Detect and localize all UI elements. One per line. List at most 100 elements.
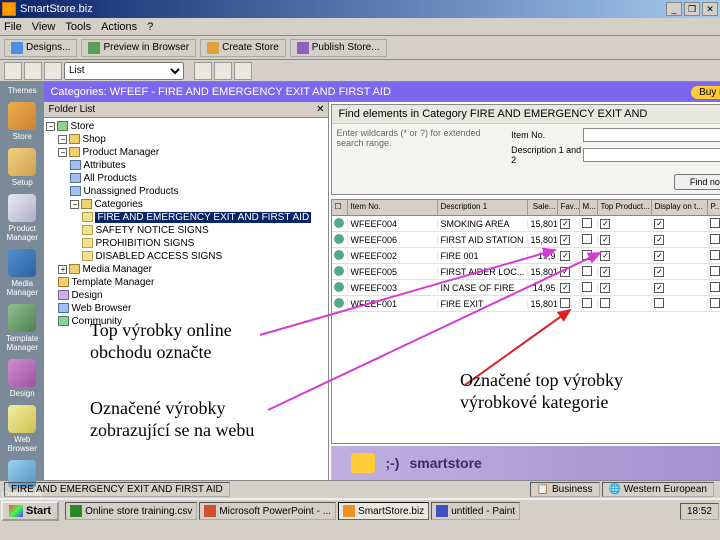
col-disp[interactable]: Display on t... bbox=[652, 200, 708, 215]
col-m[interactable]: M... bbox=[580, 200, 598, 215]
menu-file[interactable]: File bbox=[4, 21, 22, 33]
taskbar-item-2[interactable]: Microsoft PowerPoint - ... bbox=[199, 502, 336, 520]
content: Categories: WFEEF - FIRE AND EMERGENCY E… bbox=[44, 82, 720, 480]
col-top[interactable]: Top Product... bbox=[598, 200, 652, 215]
tree-close-icon[interactable]: ✕ bbox=[316, 104, 324, 115]
table-row[interactable]: WFEEF002FIRE 00119,90 bbox=[332, 248, 720, 264]
m-checkbox[interactable] bbox=[582, 218, 592, 228]
folder-icon bbox=[69, 147, 80, 157]
m-checkbox[interactable] bbox=[582, 234, 592, 244]
col-fav[interactable]: Fav... bbox=[558, 200, 580, 215]
top-checkbox[interactable] bbox=[600, 267, 610, 277]
p-checkbox[interactable] bbox=[710, 298, 720, 308]
sidebar-item-template-manager[interactable]: Template Manager bbox=[0, 300, 44, 354]
product-icon bbox=[334, 282, 344, 292]
taskbar-item-3[interactable]: SmartStore.biz bbox=[338, 502, 429, 520]
p-checkbox[interactable] bbox=[710, 266, 720, 276]
desc-input[interactable] bbox=[583, 148, 720, 162]
fav-checkbox[interactable] bbox=[560, 235, 570, 245]
tb-btn-5[interactable] bbox=[214, 62, 232, 80]
fav-checkbox[interactable] bbox=[560, 267, 570, 277]
item-no-label: Item No. bbox=[511, 130, 583, 140]
preview-button[interactable]: Preview in Browser bbox=[81, 39, 196, 57]
status-path: FIRE AND EMERGENCY EXIT AND FIRST AID bbox=[4, 482, 230, 497]
m-checkbox[interactable] bbox=[582, 250, 592, 260]
col-p[interactable]: P... bbox=[708, 200, 720, 215]
display-checkbox[interactable] bbox=[654, 219, 664, 229]
col-item[interactable]: Item No. bbox=[348, 200, 438, 215]
main-area: Themes Store Setup Product Manager Media… bbox=[0, 82, 720, 480]
folder-icon bbox=[82, 212, 93, 222]
col-chk[interactable]: ☐ bbox=[332, 200, 348, 215]
display-checkbox[interactable] bbox=[654, 283, 664, 293]
store-folder-icon bbox=[57, 121, 68, 131]
promo-banner[interactable]: ;-) smartstore bbox=[331, 446, 720, 480]
col-desc[interactable]: Description 1 bbox=[438, 200, 528, 215]
sidebar-item-store[interactable]: Store bbox=[0, 98, 44, 143]
cart-icon bbox=[351, 453, 375, 473]
fav-checkbox[interactable] bbox=[560, 219, 570, 229]
table-row[interactable]: WFEEF006FIRST AID STATION15,8010 bbox=[332, 232, 720, 248]
col-sale[interactable]: Sale... bbox=[528, 200, 558, 215]
table-row[interactable]: WFEEF003IN CASE OF FIRE14,950 bbox=[332, 280, 720, 296]
view-select[interactable]: List bbox=[64, 62, 184, 80]
menu-help[interactable]: ? bbox=[147, 21, 153, 33]
create-button[interactable]: Create Store bbox=[200, 39, 286, 57]
display-checkbox[interactable] bbox=[654, 267, 664, 277]
maximize-button[interactable]: ❐ bbox=[684, 2, 700, 16]
top-checkbox[interactable] bbox=[600, 283, 610, 293]
fav-checkbox[interactable] bbox=[560, 298, 570, 308]
tb-btn-3[interactable] bbox=[44, 62, 62, 80]
display-checkbox[interactable] bbox=[654, 235, 664, 245]
table-row[interactable]: WFEEF004SMOKING AREA15,8010 bbox=[332, 216, 720, 232]
sidebar-item-design[interactable]: Design bbox=[0, 355, 44, 400]
table-row[interactable]: WFEEF005FIRST AIDER LOC...15,8010 bbox=[332, 264, 720, 280]
top-checkbox[interactable] bbox=[600, 251, 610, 261]
m-checkbox[interactable] bbox=[582, 298, 592, 308]
m-checkbox[interactable] bbox=[582, 266, 592, 276]
sidebar-item-setup[interactable]: Setup bbox=[0, 144, 44, 189]
taskbar-item-1[interactable]: Online store training.csv bbox=[65, 502, 197, 520]
close-button[interactable]: ✕ bbox=[702, 2, 718, 16]
top-checkbox[interactable] bbox=[600, 235, 610, 245]
publish-button[interactable]: Publish Store... bbox=[290, 39, 387, 57]
fav-checkbox[interactable] bbox=[560, 283, 570, 293]
sidebar-item-web-browser[interactable]: Web Browser bbox=[0, 401, 44, 455]
top-checkbox[interactable] bbox=[600, 298, 610, 308]
taskbar-item-4[interactable]: untitled - Paint bbox=[431, 502, 520, 520]
sidebar-item-media-manager[interactable]: Media Manager bbox=[0, 245, 44, 299]
folder-icon bbox=[82, 238, 93, 248]
p-checkbox[interactable] bbox=[710, 250, 720, 260]
p-checkbox[interactable] bbox=[710, 282, 720, 292]
desc-label: Description 1 and 2 bbox=[511, 145, 583, 165]
display-checkbox[interactable] bbox=[654, 251, 664, 261]
display-checkbox[interactable] bbox=[654, 298, 664, 308]
promo-smiley: ;-) bbox=[385, 455, 399, 471]
m-checkbox[interactable] bbox=[582, 282, 592, 292]
designs-button[interactable]: Designs... bbox=[4, 39, 77, 57]
tree-header: Folder List ✕ bbox=[44, 102, 328, 118]
find-now-button[interactable]: Find now bbox=[674, 174, 720, 190]
minimize-button[interactable]: _ bbox=[666, 2, 682, 16]
tb-btn-2[interactable] bbox=[24, 62, 42, 80]
buy-now-button[interactable]: Buy now bbox=[691, 86, 720, 99]
tb-btn-6[interactable] bbox=[234, 62, 252, 80]
clock: 18:52 bbox=[687, 506, 712, 517]
item-no-input[interactable] bbox=[583, 128, 720, 142]
top-checkbox[interactable] bbox=[600, 219, 610, 229]
p-checkbox[interactable] bbox=[710, 234, 720, 244]
sidebar-item-product-manager[interactable]: Product Manager bbox=[0, 190, 44, 244]
p-checkbox[interactable] bbox=[710, 218, 720, 228]
sidebar-item-themes[interactable]: Themes bbox=[0, 84, 44, 97]
table-row[interactable]: WFEEF001FIRE EXIT15,8010 bbox=[332, 296, 720, 312]
menu-tools[interactable]: Tools bbox=[65, 21, 91, 33]
menu-view[interactable]: View bbox=[32, 21, 56, 33]
tb-btn-1[interactable] bbox=[4, 62, 22, 80]
system-tray[interactable]: 18:52 bbox=[680, 503, 719, 520]
menu-actions[interactable]: Actions bbox=[101, 21, 137, 33]
task-icon bbox=[70, 505, 82, 517]
tb-btn-4[interactable] bbox=[194, 62, 212, 80]
fav-checkbox[interactable] bbox=[560, 251, 570, 261]
folder-tree[interactable]: −Store −Shop −Product Manager Attributes… bbox=[44, 118, 328, 480]
start-button[interactable]: Start bbox=[1, 501, 59, 521]
